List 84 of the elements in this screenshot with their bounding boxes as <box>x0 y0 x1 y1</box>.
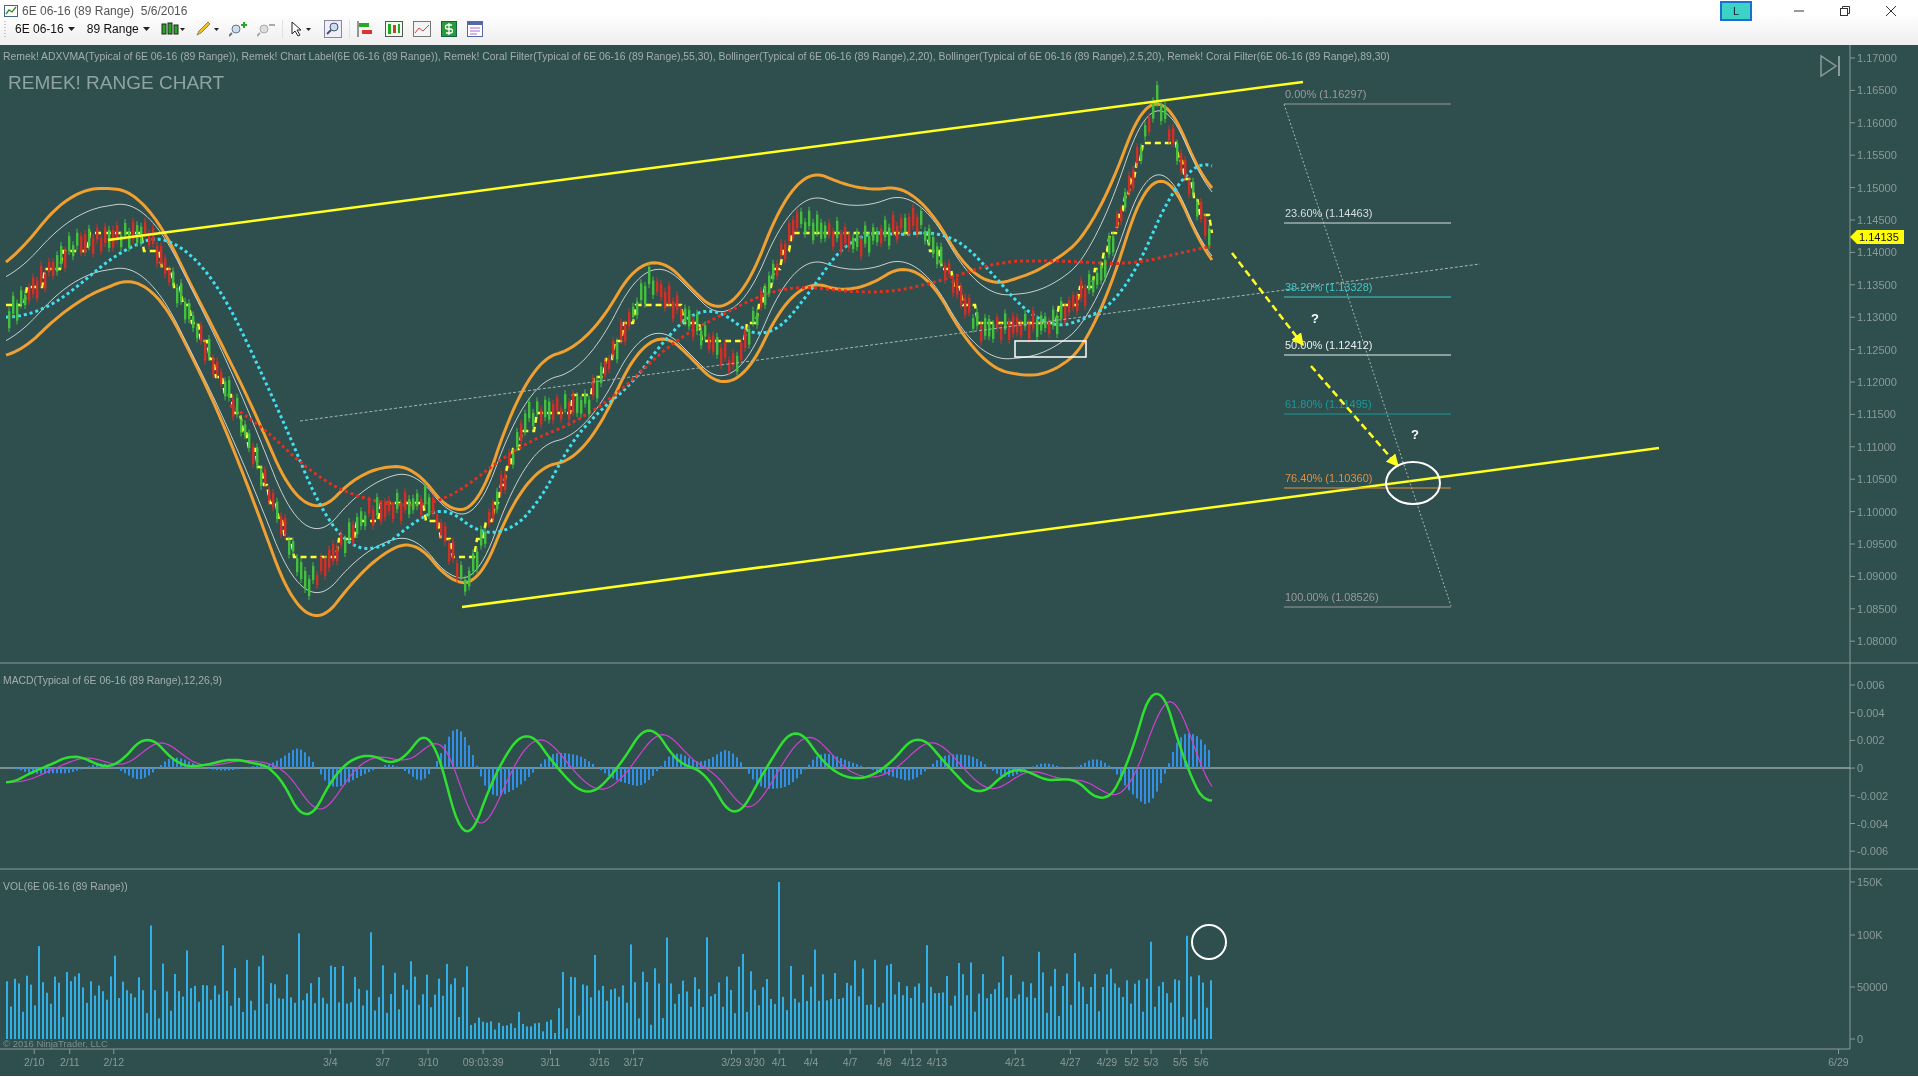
time-axis-label: 5/5 <box>1173 1056 1188 1068</box>
macd-axis-label: 0.006 <box>1857 679 1885 691</box>
chart-icon <box>4 5 18 17</box>
time-axis-label: 4/7 <box>842 1056 858 1068</box>
time-axis-label: 3/11 <box>540 1056 561 1068</box>
indicator-legend: Remek! ADXVMA(Typical of 6E 06-16 (89 Range)), Remek! Chart Label(6E 06-16 (89 Range)), Remek! Coral Filter(Typical of 6E 06-16 (89 Range),55,30), Bollinger(Typical of 6E 06-16 (89 Range),2,20), Bollinger(Typical of 6E 06-16 (89 Range),2.5,20), Remek! Coral Filter(6E 06-16 (89 Range),89,30) <box>3 51 1390 62</box>
time-axis-label: 3/16 <box>589 1056 610 1068</box>
time-axis-label: 5/2 <box>1124 1056 1139 1068</box>
time-axis-label: 3/10 <box>417 1056 439 1068</box>
time-axis-label: 5/6 <box>1193 1056 1209 1068</box>
time-axis-label: 2/12 <box>103 1056 124 1068</box>
caret-icon <box>142 27 150 31</box>
price-axis-label: 1.09500 <box>1857 538 1897 550</box>
time-axis-label: 4/29 <box>1096 1056 1118 1068</box>
price-axis-label: 1.16500 <box>1857 84 1897 97</box>
window-title: 6E 06-16 (89 Range) 5/6/2016 <box>22 3 188 20</box>
time-axis-label: 4/4 <box>803 1056 819 1068</box>
time-axis-label: 6/29 <box>1828 1056 1849 1068</box>
macd-axis-label: 0.002 <box>1857 734 1885 747</box>
time-axis-label: 3/29 <box>721 1056 742 1068</box>
caret-icon <box>67 27 75 31</box>
copyright-text: © 2016 NinjaTrader, LLC <box>3 1038 108 1049</box>
price-axis-label: 1.13500 <box>1857 278 1897 291</box>
highlight-circle <box>1191 924 1227 960</box>
fibonacci-level-label: 50.00% (1.12412) <box>1285 339 1373 351</box>
time-axis-label: 3/30 <box>744 1056 765 1068</box>
price-axis-label: 1.10500 <box>1857 473 1897 486</box>
price-axis-label: 1.15500 <box>1857 149 1897 162</box>
macd-axis-label: -0.004 <box>1857 817 1889 830</box>
scroll-end-icon[interactable] <box>1820 54 1840 78</box>
volume-axis-label: 100K <box>1857 929 1883 941</box>
question-mark: ? <box>1311 311 1319 326</box>
fibonacci-level-label: 61.80% (1.11495) <box>1285 398 1372 410</box>
price-axis-label: 1.11000 <box>1857 440 1896 453</box>
macd-label: MACD(Typical of 6E 06-16 (89 Range),12,26,9) <box>3 675 222 686</box>
restore-icon <box>1840 6 1850 16</box>
price-axis-label: 1.10000 <box>1857 505 1897 518</box>
account-badge[interactable]: L <box>1720 1 1752 21</box>
price-axis-label: 1.12500 <box>1857 343 1897 356</box>
time-axis-label: 3/7 <box>375 1056 391 1068</box>
grip-icon <box>4 21 7 37</box>
price-axis-label: 1.13000 <box>1857 311 1897 324</box>
last-price-tag: 1.14135 <box>1850 230 1904 244</box>
period-dropdown[interactable]: 89 Range <box>82 18 154 40</box>
chart-title: REMEK! RANGE CHART <box>8 72 225 93</box>
macd-axis-label: 0.004 <box>1857 706 1885 719</box>
fibonacci-level-label: 23.60% (1.14463) <box>1285 207 1373 219</box>
time-axis-label: 2/11 <box>59 1056 80 1068</box>
time-axis-label: 4/12 <box>901 1056 922 1068</box>
time-axis-label: 2/10 <box>24 1056 45 1068</box>
price-axis-label: 1.08500 <box>1857 602 1897 615</box>
price-axis-label: 1.12000 <box>1857 376 1897 388</box>
question-mark: ? <box>1411 427 1419 442</box>
fibonacci-level-label: 100.00% (1.08526) <box>1285 591 1379 603</box>
time-axis-label: 09:03:39 <box>462 1056 504 1068</box>
volume-axis-label: 50000 <box>1857 981 1888 993</box>
price-axis-label: 1.14000 <box>1857 246 1897 259</box>
volume-axis-label: 150K <box>1857 876 1883 888</box>
price-axis-label: 1.11500 <box>1857 408 1896 421</box>
time-axis-label: 3/17 <box>623 1056 644 1068</box>
time-axis-label: 4/21 <box>1005 1056 1026 1068</box>
macd-axis-label: 0 <box>1857 762 1864 775</box>
highlight-ellipse <box>1385 461 1441 505</box>
price-axis-label: 1.14500 <box>1857 214 1897 226</box>
time-axis-label: 4/27 <box>1060 1056 1081 1068</box>
time-axis-label: 4/1 <box>771 1056 787 1068</box>
price-axis-label: 1.16000 <box>1857 116 1897 129</box>
time-axis-label: 5/3 <box>1143 1056 1159 1068</box>
time-axis-label: 4/8 <box>877 1056 892 1068</box>
time-axis-label: 4/13 <box>926 1056 948 1068</box>
fibonacci-level-label: 38.20% (1.13328) <box>1285 281 1373 293</box>
instrument-dropdown[interactable]: 6E 06-16 <box>11 18 79 40</box>
price-axis-label: 1.08000 <box>1857 635 1897 648</box>
fibonacci-level-label: 76.40% (1.10360) <box>1285 472 1373 484</box>
macd-axis-label: -0.006 <box>1857 845 1889 858</box>
time-axis-label: 3/4 <box>322 1056 338 1068</box>
price-axis-label: 1.09000 <box>1857 570 1897 583</box>
close-icon <box>1886 6 1896 16</box>
macd-axis-label: -0.002 <box>1857 789 1889 802</box>
volume-label: VOL(6E 06-16 (89 Range)) <box>3 881 128 892</box>
volume-axis-label: 0 <box>1857 1033 1864 1045</box>
price-axis-label: 1.17000 <box>1857 52 1897 64</box>
price-axis-label: 1.15000 <box>1857 181 1897 194</box>
fibonacci-level-label: 0.00% (1.16297) <box>1285 88 1367 100</box>
